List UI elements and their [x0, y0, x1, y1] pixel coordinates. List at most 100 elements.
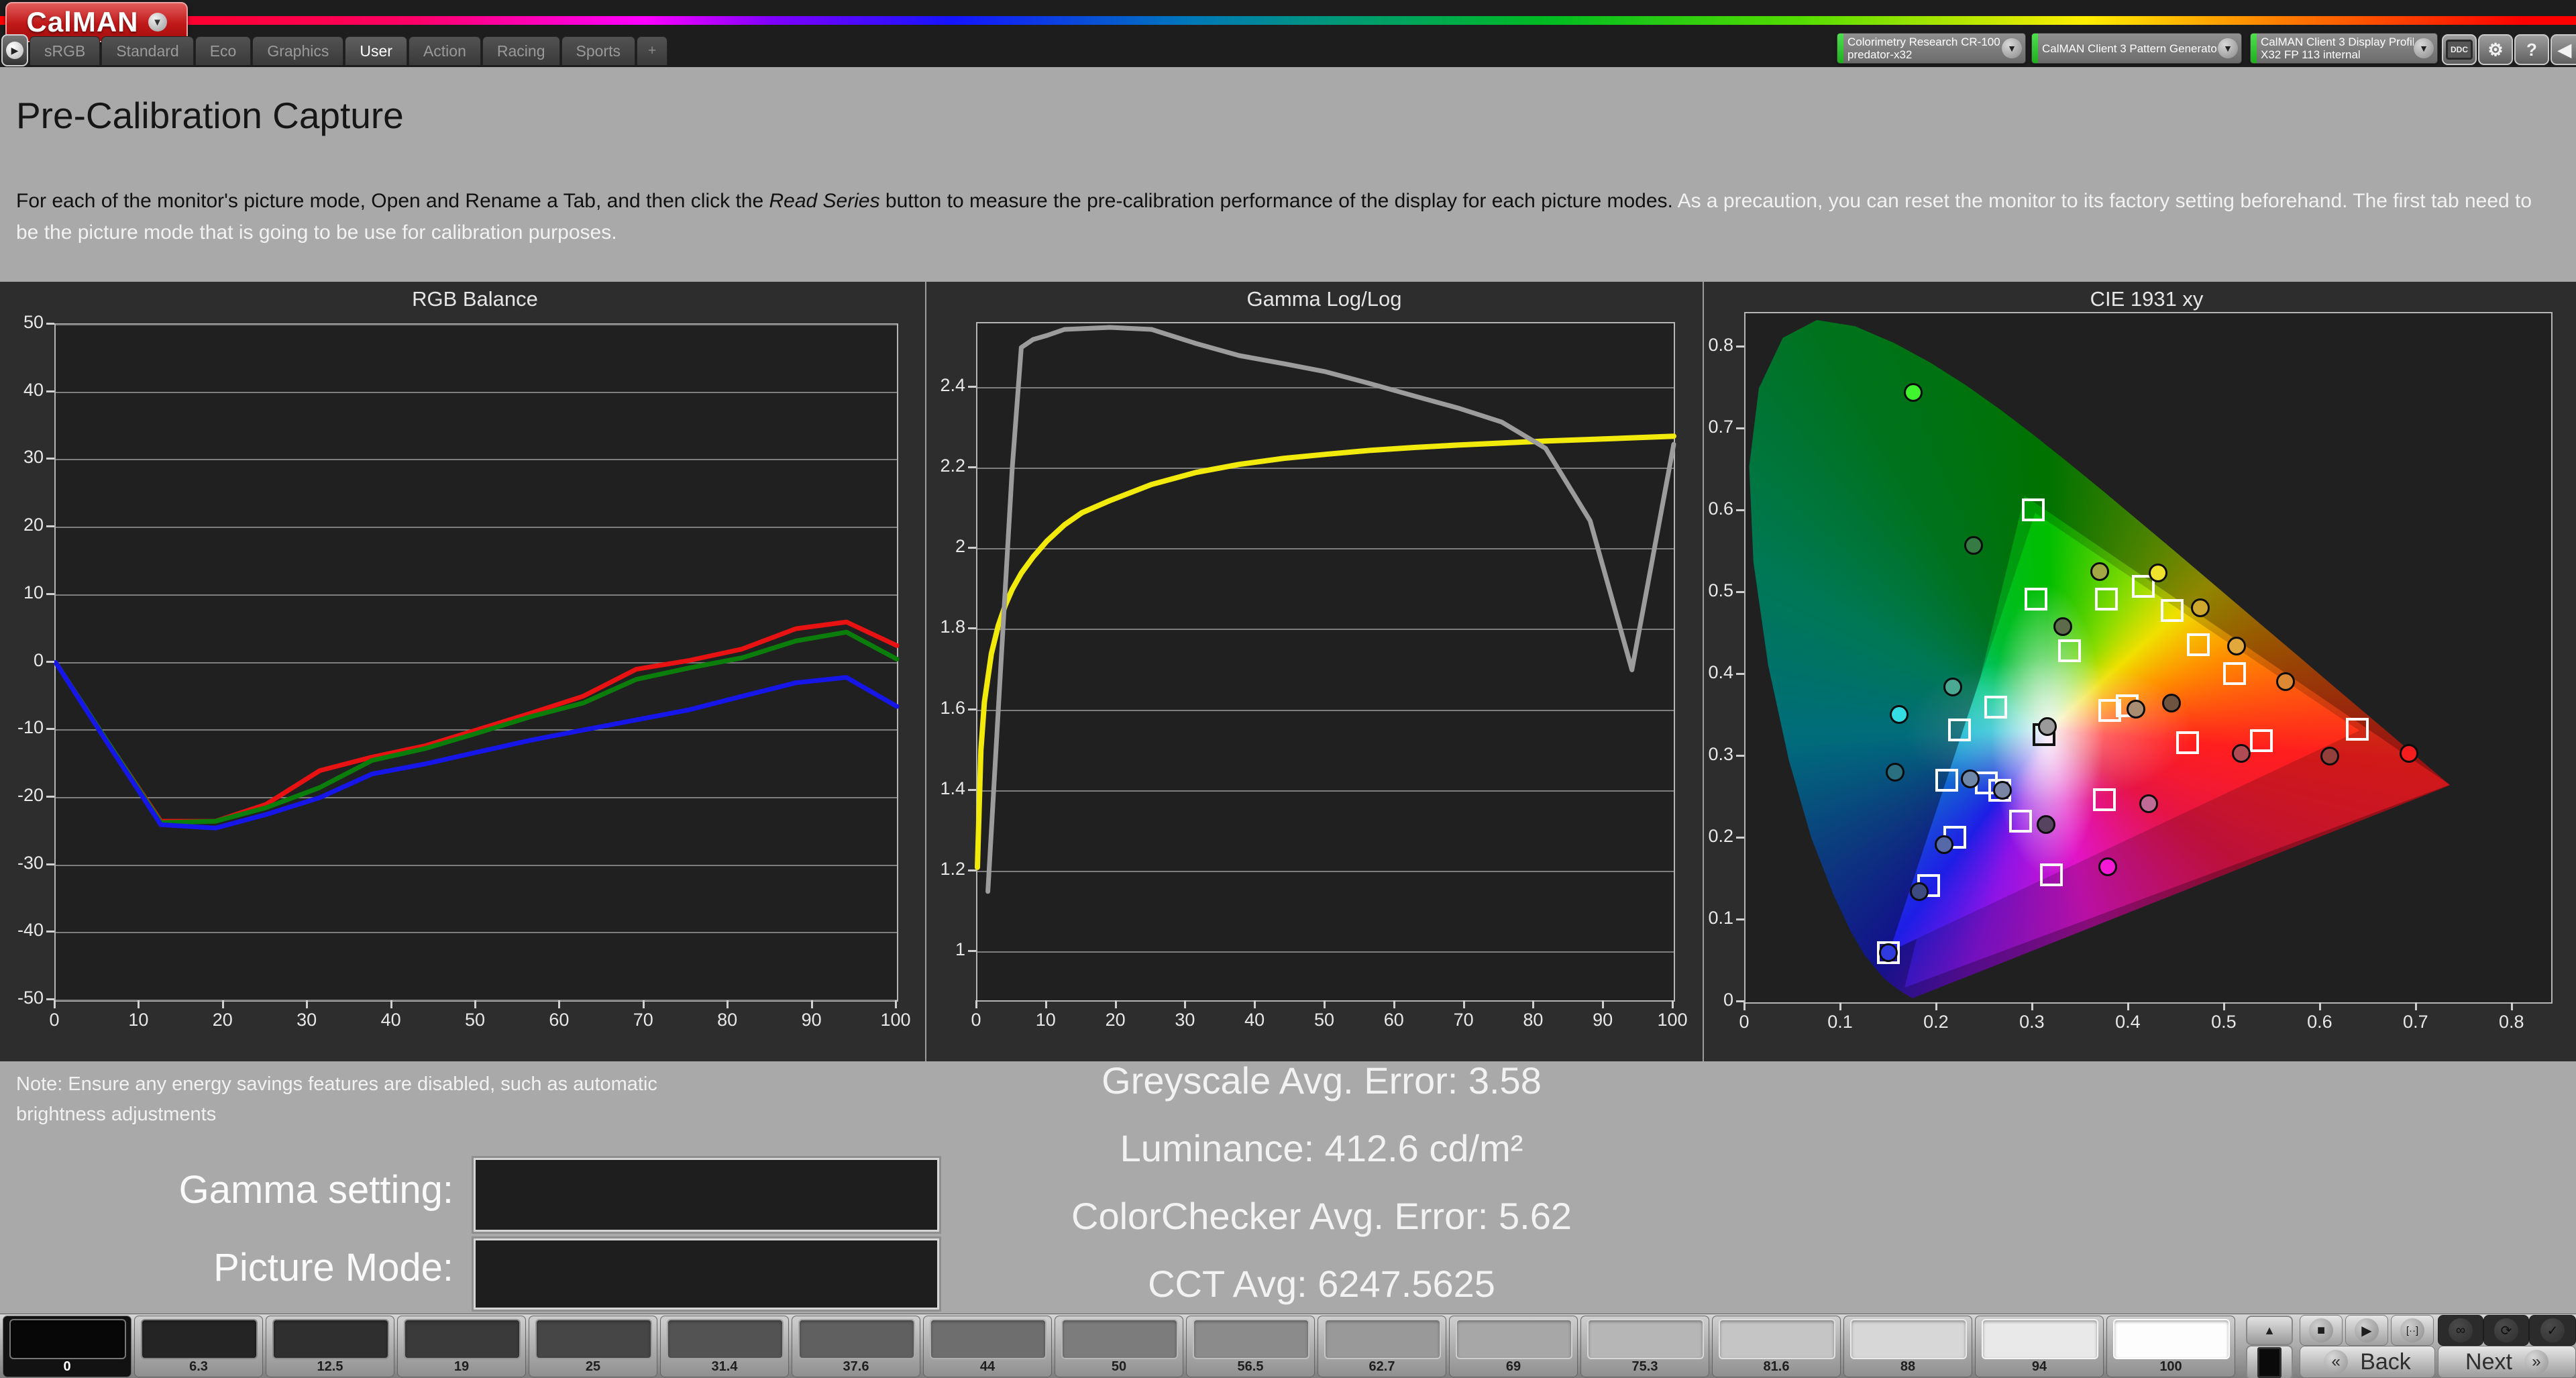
connected-status-stripe	[2251, 34, 2257, 63]
greyscale-patch	[930, 1319, 1046, 1359]
measurement-marker	[2037, 815, 2055, 834]
x-tick-label: 50	[1294, 1010, 1354, 1030]
y-tick-label: 50	[0, 312, 44, 333]
y-tick-label: 0.8	[1673, 335, 1733, 356]
cct-avg-value: CCT Avg: 6247.5625	[872, 1262, 1771, 1306]
x-tick-mark	[1463, 1000, 1465, 1008]
pattern-swatch-94[interactable]: 94	[1975, 1316, 2104, 1377]
greyscale-patch	[1324, 1319, 1441, 1359]
x-tick-label: 0.2	[1906, 1012, 1966, 1032]
swatch-label: 37.6	[792, 1359, 920, 1375]
swatch-label: 19	[398, 1359, 525, 1375]
pattern-swatch-19[interactable]: 19	[397, 1316, 526, 1377]
x-tick-mark	[2319, 1002, 2321, 1010]
page-title: Pre-Calibration Capture	[16, 94, 404, 137]
pattern-swatch-88[interactable]: 88	[1843, 1316, 1972, 1377]
y-tick-label: 2.2	[905, 456, 965, 476]
play-button[interactable]: ▶	[2345, 1315, 2388, 1346]
pattern-swatch-75.3[interactable]: 75.3	[1580, 1316, 1709, 1377]
pattern-swatch-100[interactable]: 100	[2106, 1316, 2235, 1377]
pattern-swatch-44[interactable]: 44	[923, 1316, 1052, 1377]
measurement-marker	[1961, 770, 1980, 788]
pattern-swatch-12.5[interactable]: 12.5	[266, 1316, 394, 1377]
picture-mode-field[interactable]	[474, 1238, 939, 1310]
instructions-text: For each of the monitor's picture mode, …	[16, 185, 2559, 248]
y-tick-label: 0.7	[1673, 417, 1733, 437]
x-tick-label: 0	[24, 1010, 85, 1030]
y-tick-label: 1.4	[905, 778, 965, 799]
y-tick-mark	[1736, 591, 1744, 593]
help-button[interactable]: ?	[2514, 34, 2549, 65]
target-marker	[2009, 810, 2032, 833]
x-tick-mark	[2127, 1002, 2129, 1010]
pattern-swatch-50[interactable]: 50	[1055, 1316, 1183, 1377]
x-tick-mark	[138, 1000, 140, 1008]
pattern-swatch-0[interactable]: 0	[3, 1316, 131, 1377]
connected-status-stripe	[1837, 34, 1843, 63]
chevron-left-icon: ◀	[2558, 40, 2571, 60]
loop-button[interactable]: ∞	[2438, 1315, 2483, 1346]
x-tick-mark	[727, 1000, 729, 1008]
device-label: CalMAN Client 3 Pattern Generator	[2038, 41, 2218, 56]
y-tick-label: 0.5	[1673, 580, 1733, 601]
pattern-generator-dropdown[interactable]: CalMAN Client 3 Pattern Generator▼	[2031, 33, 2242, 64]
y-tick-label: 30	[0, 447, 44, 468]
display-profiler-dropdown[interactable]: CalMAN Client 3 Display ProfilerX32 FP 1…	[2250, 33, 2438, 64]
chevron-down-icon[interactable]: ▼	[2414, 38, 2434, 58]
help-icon: ?	[2526, 40, 2537, 60]
pattern-swatch-69[interactable]: 69	[1449, 1316, 1578, 1377]
series-red	[56, 622, 897, 821]
y-tick-mark	[968, 950, 976, 952]
pattern-swatch-81.6[interactable]: 81.6	[1712, 1316, 1841, 1377]
pattern-swatch-31.4[interactable]: 31.4	[660, 1316, 789, 1377]
pattern-bar: 06.312.5192531.437.6445056.562.76975.381…	[0, 1314, 2576, 1378]
pattern-swatch-25[interactable]: 25	[529, 1316, 657, 1377]
pattern-up-button[interactable]: ▲	[2246, 1316, 2293, 1345]
series-green	[56, 632, 897, 823]
read-series-button[interactable]: [··]	[2391, 1315, 2434, 1346]
device-label: Colorimetry Research CR-100predator-x32	[1843, 34, 2002, 62]
x-tick-mark	[2223, 1002, 2225, 1010]
refresh-button[interactable]: ⟳	[2483, 1315, 2529, 1346]
x-tick-mark	[895, 1000, 897, 1008]
ddc-button[interactable]: DDC	[2442, 34, 2477, 65]
device-line2: X32 FP 113 internal	[2261, 48, 2410, 61]
measurement-marker	[1935, 835, 1953, 854]
gamma-setting-field[interactable]	[474, 1158, 939, 1232]
y-tick-label: 2.4	[905, 375, 965, 396]
pattern-swatch-6.3[interactable]: 6.3	[134, 1316, 263, 1377]
x-tick-mark	[306, 1000, 308, 1008]
confirm-button[interactable]: ✓	[2529, 1315, 2576, 1346]
chevron-down-icon[interactable]: ▼	[2218, 38, 2238, 58]
pattern-window-button[interactable]	[2246, 1345, 2293, 1378]
y-tick-mark	[1736, 673, 1744, 675]
target-marker	[2022, 498, 2045, 521]
measurement-marker	[1910, 882, 1929, 901]
settings-button[interactable]: ⚙	[2478, 34, 2513, 65]
next-button[interactable]: Next »	[2438, 1346, 2576, 1378]
pattern-swatch-56.5[interactable]: 56.5	[1186, 1316, 1315, 1377]
chevron-down-icon: ▼	[148, 13, 167, 32]
note-line2: brightness adjustments	[16, 1100, 657, 1130]
pattern-swatch-37.6[interactable]: 37.6	[792, 1316, 920, 1377]
y-tick-mark	[1736, 509, 1744, 511]
target-marker	[1948, 719, 1971, 741]
y-tick-label: 10	[0, 582, 44, 603]
stop-button[interactable]: ■	[2300, 1315, 2343, 1346]
chart-series-lines	[977, 323, 1674, 1000]
ddc-monitor-icon: DDC	[2446, 40, 2473, 60]
collapse-panel-button[interactable]: ◀	[2551, 34, 2576, 65]
stop-icon: ■	[2309, 1318, 2333, 1342]
y-tick-label: -50	[0, 988, 44, 1008]
x-tick-label: 0.8	[2481, 1012, 2542, 1032]
y-tick-mark	[1736, 755, 1744, 757]
x-tick-label: 100	[865, 1010, 926, 1030]
meter-dropdown[interactable]: Colorimetry Research CR-100predator-x32▼	[1837, 33, 2026, 64]
instructions-part1: For each of the monitor's picture mode, …	[16, 190, 769, 212]
x-tick-mark	[1324, 1000, 1326, 1008]
chevron-down-icon[interactable]: ▼	[2002, 38, 2022, 58]
x-tick-label: 80	[1503, 1010, 1563, 1030]
y-tick-mark	[46, 931, 54, 933]
pattern-swatch-62.7[interactable]: 62.7	[1318, 1316, 1446, 1377]
back-button[interactable]: « Back	[2300, 1346, 2435, 1378]
